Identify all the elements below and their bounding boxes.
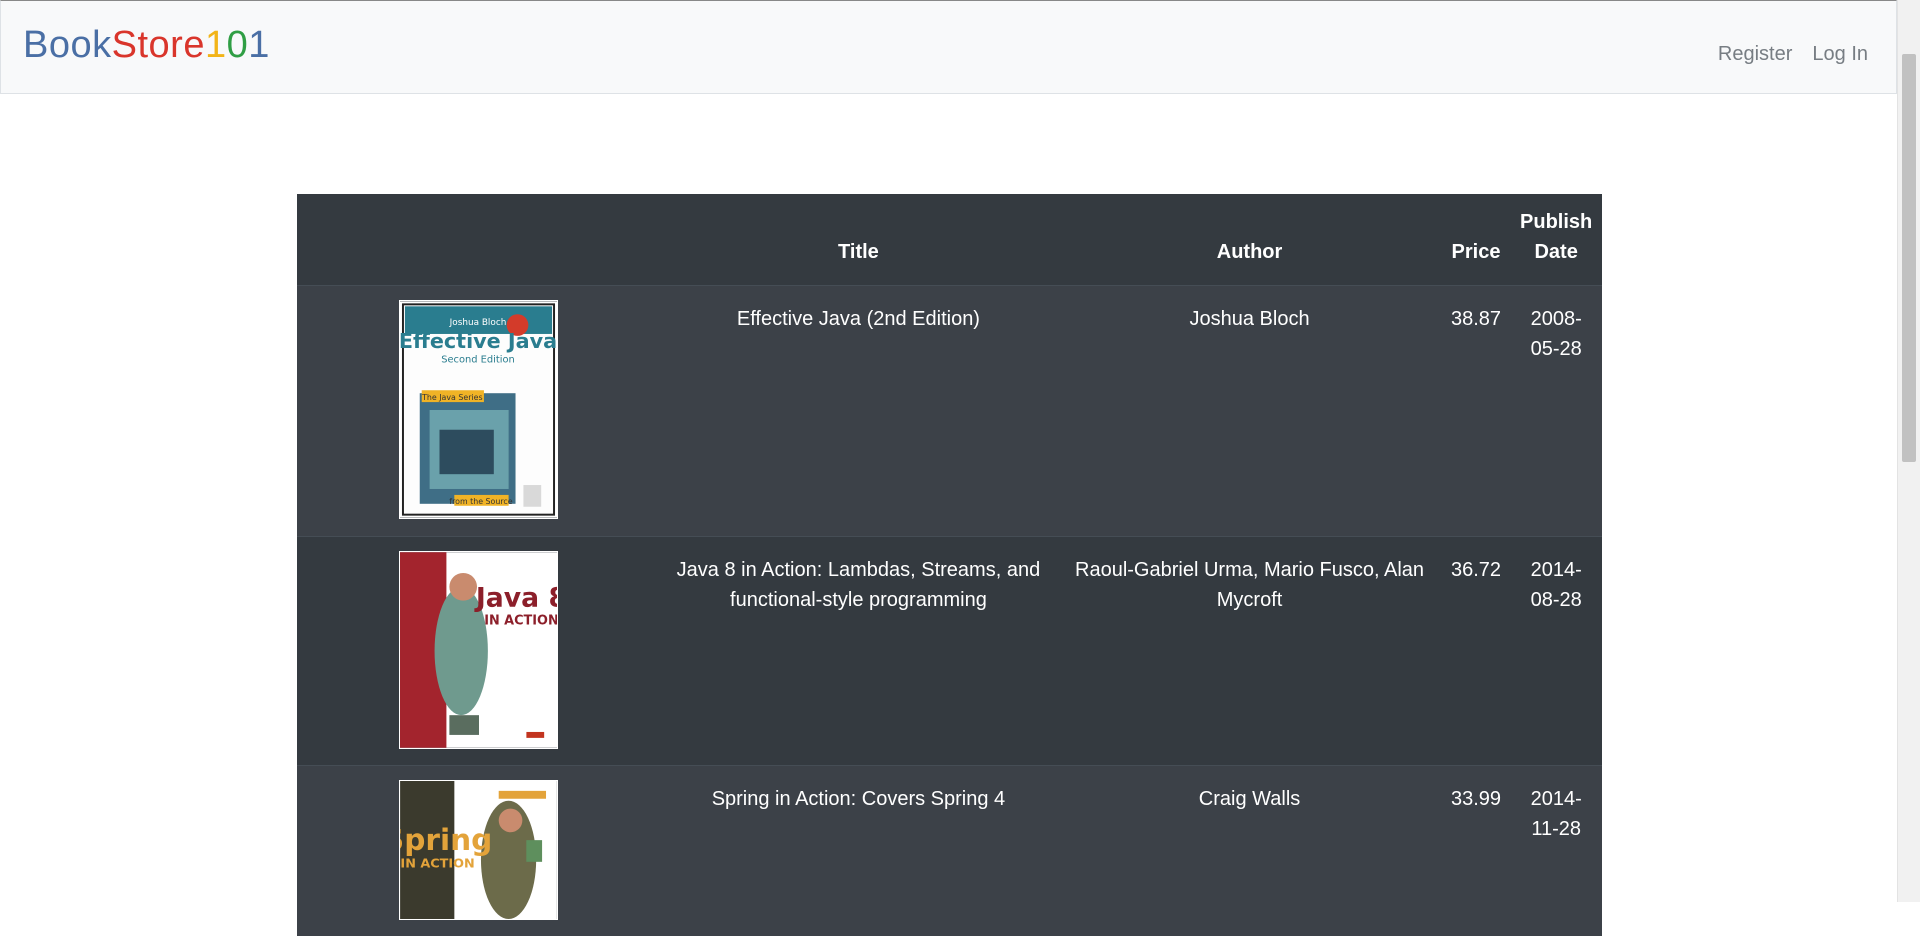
cover-cell: Effective Java Second Edition Joshua Blo… [297, 284, 660, 536]
navbar: BookStore101 Register Log In [0, 0, 1897, 94]
brand-part: 1 [248, 24, 270, 66]
price-cell: 36.72 [1441, 535, 1511, 765]
register-link[interactable]: Register [1718, 43, 1792, 66]
publish-date-cell: 2008-05-28 [1510, 284, 1602, 536]
table-row[interactable]: Spring IN ACTION Spring in Action: Cover… [297, 764, 1602, 936]
cover-cell: Spring IN ACTION [297, 764, 660, 936]
cover-author-text: Joshua Bloch [448, 318, 506, 328]
cover-title-text: Effective Java [399, 328, 557, 352]
cover-subtitle-text: Second Edition [441, 354, 515, 365]
cover-title-text: Java 8 [474, 582, 558, 613]
cover-footer-text: from the Source [449, 496, 512, 505]
books-table: Title Author Price Publish Date Effectiv… [297, 194, 1602, 936]
book-cover-java-8-in-action-icon[interactable]: Java 8 IN ACTION [398, 550, 558, 749]
publish-date-cell: 2014-08-28 [1510, 535, 1602, 765]
book-cover-effective-java-icon[interactable]: Effective Java Second Edition Joshua Blo… [398, 299, 558, 519]
login-link[interactable]: Log In [1812, 43, 1868, 66]
table-header-row: Title Author Price Publish Date [297, 194, 1602, 285]
title-cell[interactable]: Java 8 in Action: Lambdas, Streams, and … [659, 535, 1058, 765]
cover-series-text: The Java Series [421, 393, 483, 402]
author-cell: Joshua Bloch [1057, 284, 1442, 536]
header-title[interactable]: Title [659, 194, 1058, 285]
price-cell: 33.99 [1441, 764, 1511, 936]
title-cell[interactable]: Spring in Action: Covers Spring 4 [659, 764, 1058, 936]
header-image [297, 194, 660, 285]
publish-date-cell: 2014-11-28 [1510, 764, 1602, 936]
nav-links: Register Log In [1718, 43, 1868, 66]
author-cell: Raoul-Gabriel Urma, Mario Fusco, Alan My… [1057, 535, 1442, 765]
table-row[interactable]: Effective Java Second Edition Joshua Blo… [297, 284, 1602, 536]
price-cell: 38.87 [1441, 284, 1511, 536]
cover-title-text: Spring [399, 823, 492, 857]
author-cell: Craig Walls [1057, 764, 1442, 936]
brand-part: Book [23, 24, 112, 66]
brand-part: Store [111, 24, 205, 66]
book-cover-spring-in-action-icon[interactable]: Spring IN ACTION [398, 779, 558, 920]
header-author[interactable]: Author [1057, 194, 1442, 285]
header-price[interactable]: Price [1441, 194, 1511, 285]
title-cell[interactable]: Effective Java (2nd Edition) [659, 284, 1058, 536]
header-publish-date[interactable]: Publish Date [1510, 194, 1602, 285]
scroll-thumb[interactable] [1902, 54, 1916, 462]
scrollbar[interactable] [1897, 0, 1920, 902]
brand-part: 0 [226, 24, 249, 66]
table-row[interactable]: Java 8 IN ACTION Java 8 in Action: Lambd… [297, 535, 1602, 765]
cover-cell: Java 8 IN ACTION [297, 535, 660, 765]
brand-part: 1 [204, 24, 227, 66]
cover-subtitle-text: IN ACTION [400, 856, 474, 871]
cover-subtitle-text: IN ACTION [484, 613, 558, 628]
brand-logo[interactable]: BookStore101 [23, 26, 270, 64]
